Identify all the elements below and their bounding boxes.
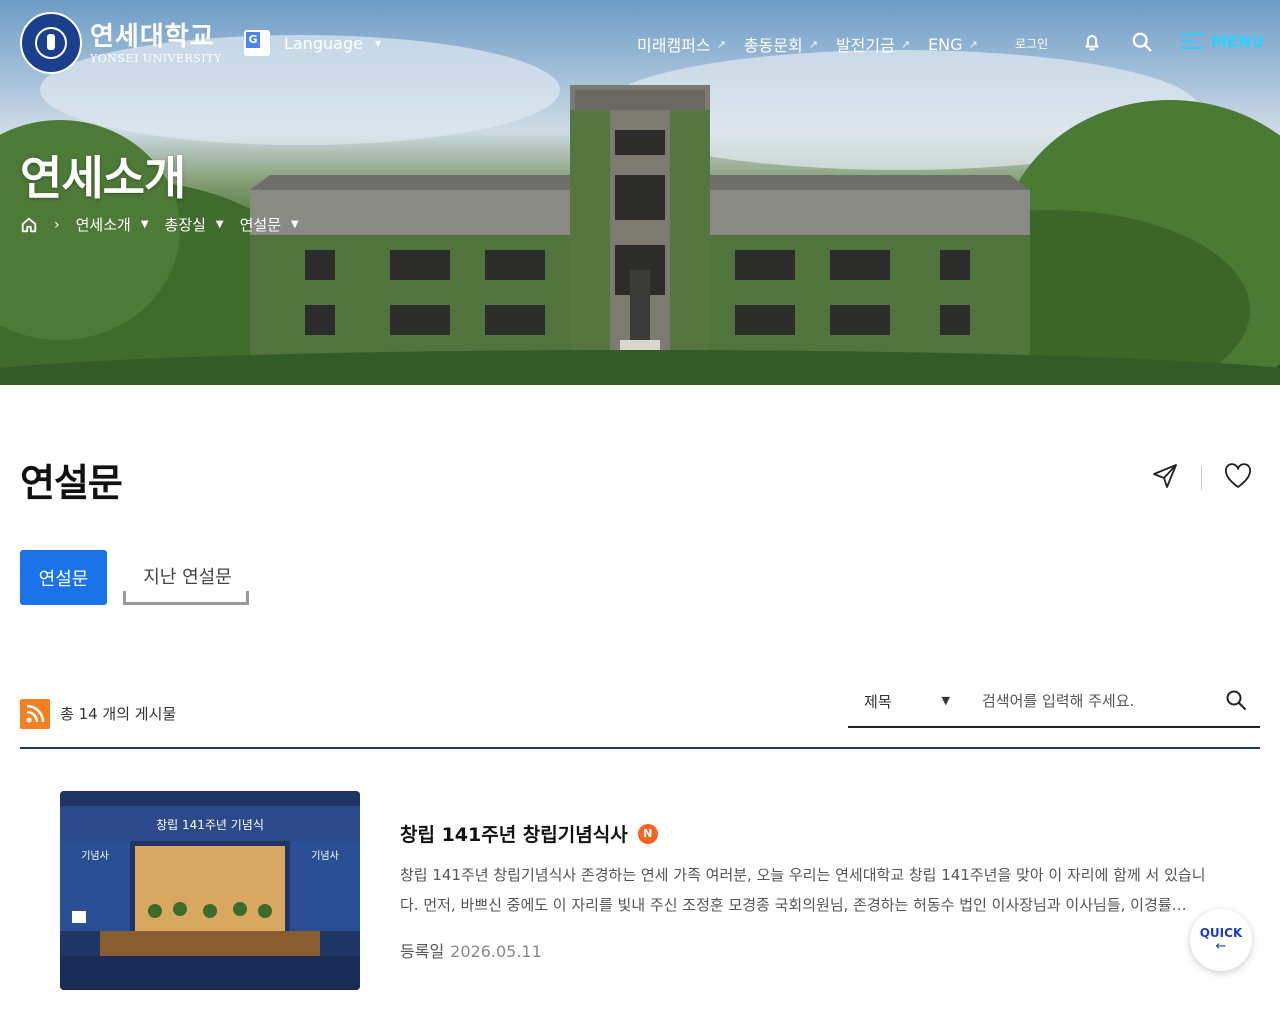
chevron-right-icon: › — [54, 216, 60, 233]
new-badge: N — [637, 823, 658, 844]
post-title-link[interactable]: 창립 141주년 창립기념식사 N — [400, 820, 658, 847]
thumb-side-left-text: 기념사 — [81, 850, 109, 862]
search-input[interactable] — [968, 676, 1260, 728]
login-link[interactable]: 로그인 — [1015, 35, 1048, 52]
chevron-down-icon: ▼ — [140, 219, 149, 230]
chevron-down-icon: ▼ — [215, 219, 224, 230]
google-translate-icon — [244, 30, 270, 56]
external-link-icon: ↗ — [716, 37, 726, 51]
chevron-down-icon: ▼ — [291, 219, 299, 230]
breadcrumb: › 연세소개 ▼ 총장실 ▼ 연설문 ▼ — [20, 214, 315, 235]
caret-down-icon: ▼ — [374, 38, 382, 48]
yonsei-logo[interactable]: 연세대학교 YONSEI UNIVERSITY — [20, 12, 222, 74]
menu-button[interactable]: MENU — [1181, 31, 1264, 51]
nav-link-future-campus[interactable]: 미래캠퍼스 ↗ — [637, 32, 726, 56]
language-label: Language — [284, 33, 363, 53]
section-title: 연세소개 — [20, 151, 186, 205]
menu-label: MENU — [1211, 31, 1265, 51]
breadcrumb-item-about[interactable]: 연세소개 ▼ — [76, 214, 149, 235]
university-seal-icon — [20, 12, 82, 74]
page-title: 연설문 — [20, 461, 123, 505]
external-link-icon: ↗ — [900, 37, 911, 51]
nav-link-alumni[interactable]: 총동문회 ↗ — [744, 32, 818, 56]
breadcrumb-item-president-office[interactable]: 총장실 ▼ — [165, 214, 224, 235]
share-icon[interactable] — [1151, 462, 1179, 490]
chevron-down-icon: ▼ — [941, 694, 950, 707]
thumb-banner-text: 창립 141주년 기념식 — [156, 818, 264, 832]
external-link-icon: ↗ — [808, 37, 818, 51]
breadcrumb-item-speeches[interactable]: 연설문 ▼ — [240, 214, 299, 235]
language-selector[interactable]: Language ▼ — [244, 30, 381, 56]
search-icon[interactable] — [1131, 31, 1153, 53]
post-thumbnail[interactable]: 창립 141주년 기념식 기념사 기념사 — [60, 791, 360, 990]
search-submit-icon[interactable] — [1225, 689, 1247, 711]
tab-past-speeches[interactable]: 지난 연설문 — [123, 550, 249, 605]
tab-speeches[interactable]: 연설문 — [20, 550, 107, 605]
arrow-left-icon: ← — [1215, 939, 1227, 954]
heart-icon[interactable] — [1224, 463, 1252, 489]
divider — [1201, 466, 1202, 490]
external-link-icon: ↗ — [968, 37, 978, 51]
bell-icon[interactable] — [1081, 31, 1103, 53]
logo-korean-text: 연세대학교 — [90, 21, 215, 52]
hamburger-icon — [1181, 31, 1203, 51]
top-navigation: 미래캠퍼스 ↗ 총동문회 ↗ 발전기금 ↗ ENG ↗ — [637, 32, 996, 56]
search-scope-select[interactable]: 제목 ▼ — [848, 676, 968, 728]
thumb-side-right-text: 기념사 — [311, 850, 339, 862]
post-date: 등록일 2026.05.11 — [400, 942, 542, 961]
nav-link-fund[interactable]: 발전기금 ↗ — [836, 32, 910, 56]
quick-menu-button[interactable]: QUICK ← — [1190, 909, 1252, 971]
nav-link-eng[interactable]: ENG ↗ — [928, 35, 978, 54]
list-divider — [20, 747, 1260, 749]
quick-label: QUICK — [1199, 926, 1243, 940]
post-count: 총 14 개의 게시물 — [60, 705, 177, 723]
hero-banner: 연세대학교 YONSEI UNIVERSITY Language ▼ 미래캠퍼스… — [0, 0, 1280, 385]
home-icon[interactable] — [20, 216, 38, 234]
rss-icon[interactable] — [20, 699, 50, 729]
logo-english-text: YONSEI UNIVERSITY — [90, 51, 222, 65]
post-excerpt: 창립 141주년 창립기념식사 존경하는 연세 가족 여러분, 오늘 우리는 연… — [400, 866, 1206, 914]
